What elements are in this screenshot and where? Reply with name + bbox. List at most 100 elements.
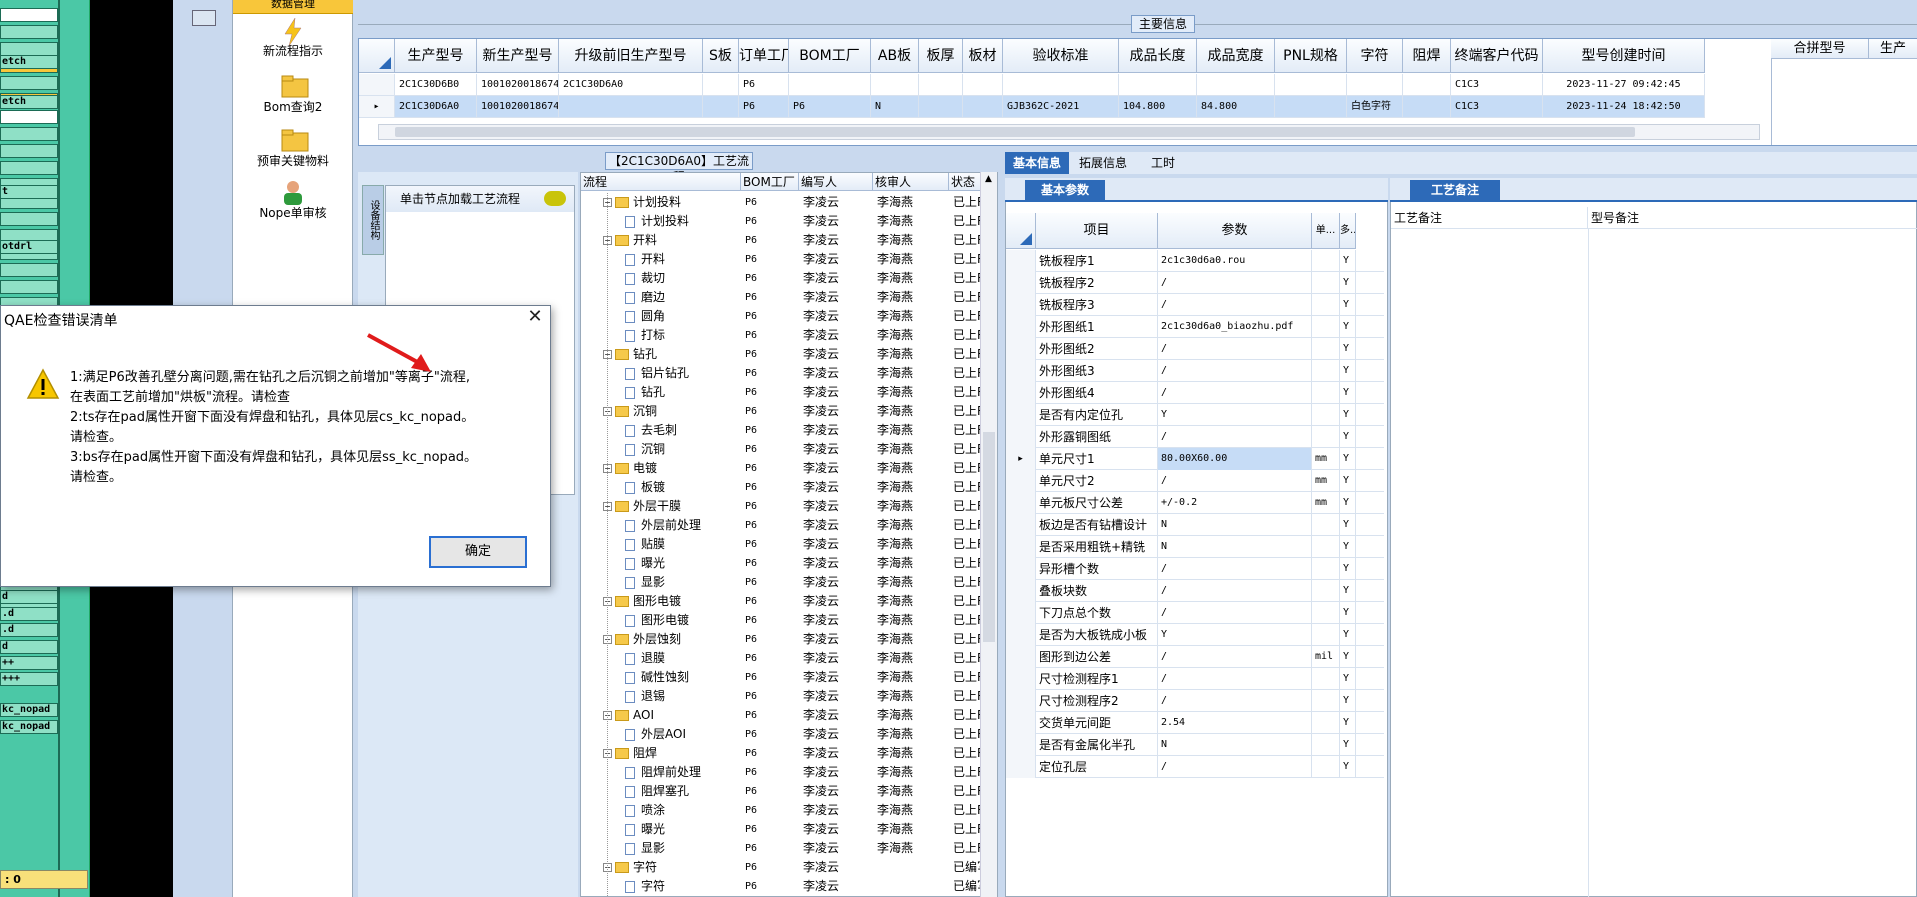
tree-node[interactable]: 去毛刺	[625, 421, 677, 440]
column-header[interactable]: 新生产型号	[477, 39, 559, 73]
tree-node[interactable]: 沉铜	[625, 440, 665, 459]
param-value[interactable]: /	[1158, 382, 1312, 404]
params-column-header[interactable]: 多...	[1340, 213, 1356, 249]
params-row[interactable]: 外形图纸2/ Y	[1006, 338, 1384, 360]
tree-row[interactable]: 外层前处理 P6 李凌云 李海燕 已上R	[581, 516, 985, 535]
left-panel-item[interactable]: .d	[0, 607, 58, 621]
tree-row[interactable]: − 沉铜 P6 李凌云 李海燕 已上R	[581, 402, 985, 421]
table-cell[interactable]: GJB362C-2021	[1003, 96, 1119, 118]
params-row[interactable]: 叠板块数 / Y	[1006, 580, 1384, 602]
params-column-header[interactable]: 单...	[1312, 213, 1340, 249]
table-cell[interactable]: C1C3	[1451, 74, 1543, 96]
left-panel-item[interactable]: t	[0, 185, 58, 199]
table-cell[interactable]: 2C1C30D6A0	[559, 74, 703, 96]
params-row[interactable]: 是否采用粗铣+精铣 N Y	[1006, 536, 1384, 558]
left-panel-item[interactable]: d	[0, 590, 58, 604]
tab-1[interactable]: 拓展信息	[1071, 152, 1135, 174]
params-row[interactable]: 外形露铜图纸 / Y	[1006, 426, 1384, 448]
tree-row[interactable]: 碱性蚀刻 P6 李凌云 李海燕 已上R	[581, 668, 985, 687]
table-cell[interactable]: 2C1C30D6A0	[395, 96, 477, 118]
tree-row[interactable]: 磨边 P6 李凌云 李海燕 已上R	[581, 288, 985, 307]
table-cell[interactable]: P6	[739, 74, 789, 96]
params-row[interactable]: 单元尺寸2/mm Y	[1006, 470, 1384, 492]
tab-0[interactable]: 基本信息	[1005, 152, 1070, 174]
tree-node[interactable]: 外层前处理	[625, 516, 701, 535]
table-cell[interactable]	[963, 96, 1003, 118]
param-value[interactable]: +/-0.2	[1158, 492, 1312, 514]
tree-row[interactable]: 显影 P6 李凌云 李海燕 已上R	[581, 573, 985, 592]
tree-node[interactable]: 碱性蚀刻	[625, 668, 689, 687]
tree-row[interactable]: − 开料 P6 李凌云 李海燕 已上R	[581, 231, 985, 250]
param-value[interactable]: N	[1158, 536, 1312, 558]
left-panel-item[interactable]: d	[0, 640, 58, 654]
tree-row[interactable]: 计划投料 P6 李凌云 李海燕 已上R	[581, 212, 985, 231]
left-panel-item[interactable]: +++	[0, 672, 58, 686]
param-value[interactable]: Y	[1158, 624, 1312, 646]
tree-node[interactable]: 开料	[625, 250, 665, 269]
column-header[interactable]: 阻焊	[1403, 39, 1451, 73]
tree-row[interactable]: − 字符 P6 李凌云 已编写	[581, 858, 989, 877]
column-header[interactable]: 订单工厂	[739, 39, 789, 73]
row-indicator[interactable]	[359, 74, 395, 96]
tree-row[interactable]: 阻焊前处理 P6 李凌云 李海燕 已上R	[581, 763, 985, 782]
column-header[interactable]: AB板	[871, 39, 919, 73]
left-panel-item[interactable]: ++	[0, 656, 58, 670]
tree-row[interactable]: 外层AOI P6 李凌云 李海燕 已上R	[581, 725, 985, 744]
tree-node[interactable]: 曝光	[625, 554, 665, 573]
table-cell[interactable]: 白色字符	[1347, 96, 1403, 118]
param-value[interactable]: /	[1158, 646, 1312, 668]
table-cell[interactable]	[871, 74, 919, 96]
tree-node[interactable]: 喷涂	[625, 801, 665, 820]
table-cell[interactable]: 84.800	[1197, 96, 1275, 118]
params-row[interactable]: ▸ 单元尺寸1 80.00X60.00 mm Y	[1006, 448, 1384, 470]
tree-column-header[interactable]: 编写人	[799, 173, 873, 191]
tree-node[interactable]: 钻孔	[625, 383, 665, 402]
left-panel-item[interactable]: etch	[0, 55, 58, 69]
row-indicator[interactable]: ▸	[359, 96, 395, 118]
tree-node[interactable]: 铝片钻孔	[625, 364, 689, 383]
params-row[interactable]: 异形槽个数 / Y	[1006, 558, 1384, 580]
table-cell[interactable]	[1003, 74, 1119, 96]
params-row[interactable]: 尺寸检测程序2/ Y	[1006, 690, 1384, 712]
tree-node[interactable]: − 阻焊	[603, 744, 657, 763]
left-panel-item[interactable]: kc_nopad	[0, 720, 58, 734]
dialog-close-button[interactable]: ✕	[525, 308, 545, 328]
dialog-ok-button[interactable]: 确定	[429, 536, 527, 568]
param-value[interactable]: /	[1158, 580, 1312, 602]
column-header[interactable]: BOM工厂	[789, 39, 871, 73]
tree-node[interactable]: − 开料	[603, 231, 657, 250]
tree-row[interactable]: − AOI P6 李凌云 李海燕 已上R	[581, 706, 985, 725]
hscroll-thumb[interactable]	[395, 127, 1635, 137]
tree-row[interactable]: 圆角 P6 李凌云 李海燕 已上R	[581, 307, 985, 326]
table-cell[interactable]	[919, 74, 963, 96]
tree-row[interactable]: 铝片钻孔 P6 李凌云 李海燕 已上R	[581, 364, 985, 383]
main-info-hscrollbar[interactable]	[378, 124, 1760, 140]
tree-node[interactable]: 曝光	[625, 820, 665, 839]
table-cell[interactable]: 10010200186740	[477, 96, 559, 118]
table-cell[interactable]: N	[871, 96, 919, 118]
scroll-up-icon[interactable]: ▲	[985, 174, 992, 184]
table-cell[interactable]	[1275, 96, 1347, 118]
nav-item-3[interactable]: Nope单审核	[233, 180, 353, 221]
tree-node[interactable]: − 计划投料	[603, 193, 681, 212]
column-header[interactable]: PNL规格	[1275, 39, 1347, 73]
table-cell[interactable]	[703, 96, 739, 118]
tree-row[interactable]: 阻焊塞孔 P6 李凌云 李海燕 已上R	[581, 782, 985, 801]
table-cell[interactable]: P6	[789, 96, 871, 118]
tree-node[interactable]: 圆角	[625, 307, 665, 326]
tree-row[interactable]: 喷涂 P6 李凌云 李海燕 已上R	[581, 801, 985, 820]
tree-node[interactable]: 显影	[625, 839, 665, 858]
tree-node[interactable]: 退锡	[625, 687, 665, 706]
column-header[interactable]: 板材	[963, 39, 1003, 73]
column-header-extra[interactable]: 合拼型号	[1771, 39, 1869, 59]
tree-row[interactable]: 钻孔 P6 李凌云 李海燕 已上R	[581, 383, 985, 402]
nav-item-2[interactable]: 预审关键物料	[233, 128, 353, 169]
column-header[interactable]: 型号创建时间	[1543, 39, 1705, 73]
param-value[interactable]: Y	[1158, 404, 1312, 426]
params-column-header[interactable]: 参数	[1158, 213, 1312, 249]
params-row[interactable]: 尺寸检测程序1/ Y	[1006, 668, 1384, 690]
tree-row[interactable]: 裁切 P6 李凌云 李海燕 已上R	[581, 269, 985, 288]
params-row[interactable]: 铣板程序3/ Y	[1006, 294, 1384, 316]
column-header[interactable]: 板厚	[919, 39, 963, 73]
params-row[interactable]: 下刀点总个数 / Y	[1006, 602, 1384, 624]
